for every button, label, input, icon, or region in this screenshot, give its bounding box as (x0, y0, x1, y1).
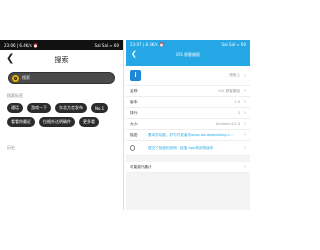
app-header-bar: 23:07 | 8.3K/s ⏰ Sal Sal ≈ 60 ❮ iOS 原客服版 (126, 40, 250, 66)
row-value: 基本的功能，好与开发者@apps.doubleposting.c... (148, 132, 234, 137)
related-card: 可能感兴趣计 › (126, 162, 250, 173)
status-left-text: 23:07 | 8.3K/s ⏰ (130, 41, 165, 47)
status-bar: 23:07 | 8.3K/s ⏰ Sal Sal ≈ 60 (126, 40, 250, 48)
history-label: 历史 (7, 145, 15, 150)
chevron-right-icon: › (244, 99, 246, 105)
info-row-version[interactable]: 版本: 1.0 › (126, 97, 250, 108)
chevron-right-icon: › (244, 110, 246, 116)
search-screen: 23:06 | 6.4K/s ⏰ Sal Sal ≈ 60 ❮ 搜索 搜索 搜索… (0, 40, 124, 210)
info-row-name[interactable]: 名称: iOS 原客服版 › (126, 86, 250, 97)
tag-chip[interactable]: 看看你最近 (7, 117, 35, 127)
tag-chip[interactable]: 更多看 (79, 117, 99, 127)
row-value: 2 (237, 111, 240, 115)
info-row-description[interactable]: 描述: 基本的功能，好与开发者@apps.doubleposting.c... … (126, 130, 250, 141)
status-left-text: 23:06 | 6.4K/s ⏰ (4, 42, 39, 48)
search-placeholder: 搜索 (22, 75, 30, 80)
comment-bubble-icon: ··· (130, 145, 135, 151)
search-icon (12, 74, 19, 82)
chevron-right-icon: › (244, 88, 246, 94)
row-value: Android 4.0.3 (215, 122, 240, 126)
related-row[interactable]: 可能感兴趣计 › (126, 162, 250, 173)
chevron-right-icon: › (244, 72, 246, 79)
page-title: iOS 原客服版 (175, 52, 201, 57)
tag-chip-list: 通话 游戏一下 东北方言发布 No.1 看看你最近 拉格外达明确件 更多看 (7, 103, 117, 127)
row-key: 名称: (130, 88, 139, 93)
info-row-size[interactable]: 大小: Android 4.0.3 › (126, 119, 250, 130)
row-value: 提交了前面的说明 · 拾落 App有用的版本 (148, 145, 214, 150)
feedback-row[interactable]: ··· 提交了前面的说明 · 拾落 App有用的版本 › (126, 141, 250, 156)
back-arrow-icon[interactable]: ❮ (6, 54, 14, 64)
status-right-text: Sal Sal ≈ 60 (221, 41, 246, 47)
chevron-right-icon: › (244, 121, 246, 127)
tag-chip[interactable]: 拉格外达明确件 (39, 117, 75, 127)
app-detail-screen: 23:07 | 8.3K/s ⏰ Sal Sal ≈ 60 ❮ iOS 原客服版… (126, 40, 250, 210)
back-arrow-icon[interactable]: ❮ (131, 50, 137, 58)
app-info-card: i 搜索上 › 名称: iOS 原客服版 › 版本: 1.0 › 排行: 2 ›… (126, 66, 250, 156)
app-row-value: 搜索上 (229, 73, 240, 77)
info-row-rank[interactable]: 排行: 2 › (126, 108, 250, 119)
related-label: 可能感兴趣计 (130, 164, 152, 169)
app-icon-row[interactable]: i 搜索上 › (126, 66, 250, 86)
status-bar: 23:06 | 6.4K/s ⏰ Sal Sal ≈ 60 (0, 40, 123, 50)
tag-chip[interactable]: No.1 (91, 103, 109, 113)
chevron-right-icon: › (244, 164, 246, 170)
page-title: 搜索 (54, 56, 69, 64)
search-header: ❮ 搜索 (0, 50, 123, 70)
chevron-right-icon: › (244, 132, 246, 138)
info-icon: i (130, 70, 141, 81)
chevron-right-icon: › (244, 145, 246, 151)
status-right-text: Sal Sal ≈ 60 (94, 42, 119, 48)
hot-tags-label: 搜索标签 (7, 93, 23, 98)
screenshot-root: 23:06 | 6.4K/s ⏰ Sal Sal ≈ 60 ❮ 搜索 搜索 搜索… (0, 0, 250, 250)
row-key: 大小: (130, 121, 139, 126)
row-value: iOS 原客服版 (218, 88, 240, 93)
tag-chip[interactable]: 通话 (7, 103, 23, 113)
row-key: 排行: (130, 110, 139, 115)
search-input[interactable]: 搜索 (8, 72, 115, 84)
row-value: 1.0 (234, 100, 240, 104)
row-key: 描述: (130, 132, 139, 137)
row-key: 版本: (130, 99, 139, 104)
tag-chip[interactable]: 东北方言发布 (55, 103, 87, 113)
tag-chip[interactable]: 游戏一下 (27, 103, 51, 113)
detail-header: ❮ iOS 原客服版 (126, 48, 250, 62)
